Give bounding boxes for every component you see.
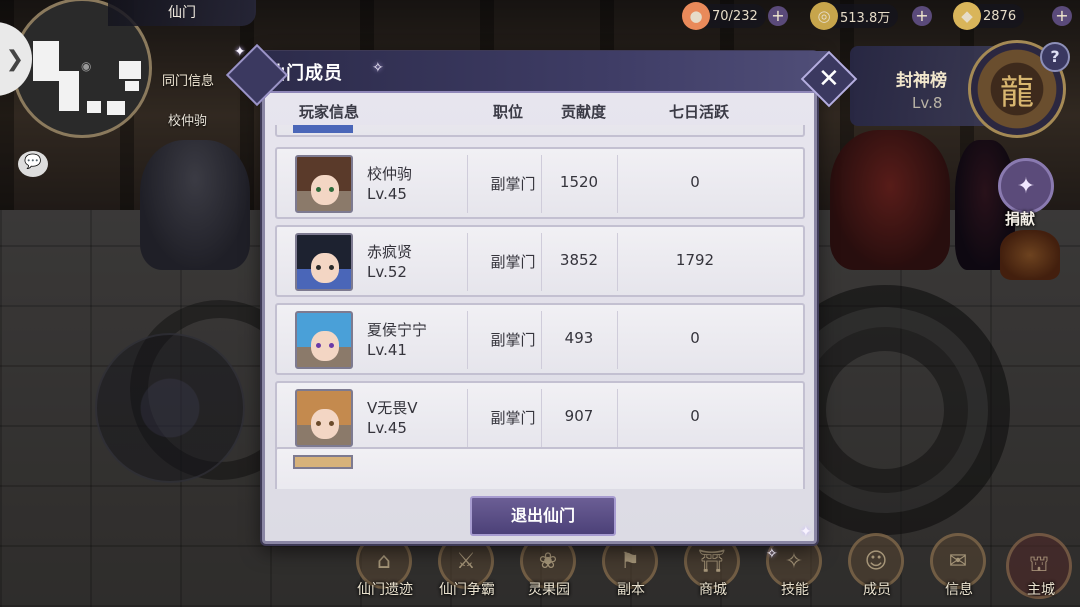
- ingot-counter: ◆ 2876: [953, 2, 1025, 30]
- col-header-player: 玩家信息: [299, 103, 360, 121]
- coin-counter: ◎ 513.8万: [810, 2, 899, 30]
- map-pin-icon: ◉: [81, 59, 92, 73]
- avatar-eye: [329, 421, 334, 426]
- column-divider: [467, 311, 468, 369]
- member-row[interactable]: 校仲驹 Lv.45 副掌门 1520 0: [275, 147, 805, 219]
- coin-icon: ◎: [810, 2, 838, 30]
- help-icon[interactable]: ?: [1040, 42, 1070, 72]
- member-row-partial[interactable]: [275, 125, 805, 137]
- member-contribution: 493: [564, 329, 594, 347]
- column-divider: [467, 155, 468, 213]
- minimap-block: [87, 101, 101, 113]
- ingot-icon: ◆: [953, 2, 981, 30]
- sparkle-icon: ✧: [766, 546, 778, 562]
- ingot-value: 2876: [983, 8, 1017, 24]
- exit-sect-button[interactable]: 退出仙门: [470, 496, 616, 536]
- minimap-block: [119, 61, 141, 79]
- nav-label: 主城: [1027, 582, 1055, 598]
- nav-main-city[interactable]: ⛫ 主城: [1006, 533, 1076, 603]
- member-level: Lv.52: [367, 263, 407, 281]
- member-contribution: 1520: [559, 173, 599, 191]
- nav-label: 灵果园: [528, 582, 570, 598]
- member-level: Lv.41: [367, 341, 407, 359]
- member-name: 校仲驹: [367, 165, 413, 183]
- avatar-frame-strip: [293, 125, 353, 133]
- sect-name-label: 仙门: [108, 0, 256, 26]
- member-activity: 0: [690, 407, 700, 425]
- avatar-eye: [316, 421, 321, 426]
- member-row-partial[interactable]: [275, 447, 805, 489]
- avatar-eye: [316, 265, 321, 270]
- avatar-eye: [329, 265, 334, 270]
- rank-level: Lv.8: [912, 94, 943, 112]
- nav-label: 成员: [863, 582, 891, 598]
- avatar-eye: [329, 187, 334, 192]
- member-avatar[interactable]: [295, 311, 353, 369]
- nav-label: 副本: [617, 582, 645, 598]
- column-divider: [467, 233, 468, 291]
- member-row[interactable]: 赤疯贤 Lv.52 副掌门 3852 1792: [275, 225, 805, 297]
- avatar-frame-strip: [293, 455, 353, 469]
- minimap-block: [59, 71, 79, 111]
- avatar-eye: [316, 343, 321, 348]
- add-peach-button[interactable]: +: [768, 6, 788, 26]
- donate-button[interactable]: ✦ 捐献: [995, 158, 1057, 234]
- member-list[interactable]: 校仲驹 Lv.45 副掌门 1520 0 赤疯贤 Lv.52 副掌门 3852 …: [275, 125, 807, 489]
- avatar-eye: [329, 343, 334, 348]
- member-contribution: 907: [564, 407, 594, 425]
- minimap-block: [33, 41, 59, 81]
- col-header-weekly-activity: 七日活跃: [669, 103, 730, 121]
- member-avatar[interactable]: [295, 155, 353, 213]
- member-activity: 0: [690, 173, 700, 191]
- member-contribution: 3852: [559, 251, 599, 269]
- rank-title: 封神榜: [896, 71, 947, 91]
- chat-bubble-icon[interactable]: 💬: [18, 151, 48, 177]
- member-avatar[interactable]: [295, 389, 353, 447]
- coin-value: 513.8万: [840, 10, 891, 26]
- member-activity: 0: [690, 329, 700, 347]
- sparkle-icon: ✦: [234, 44, 246, 60]
- member-name: 夏侯宁宁: [367, 321, 428, 339]
- nav-label: 商城: [699, 582, 727, 598]
- sect-info-link[interactable]: 同门信息: [162, 70, 214, 89]
- member-avatar[interactable]: [295, 233, 353, 291]
- virtual-joystick[interactable]: [95, 333, 245, 483]
- avatar-eye: [316, 187, 321, 192]
- col-header-contribution: 贡献度: [561, 103, 607, 121]
- member-activity: 1792: [675, 251, 715, 269]
- col-header-position: 职位: [493, 103, 524, 121]
- sect-members-dialog: 仙门成员 ✕ 玩家信息 职位 贡献度 七日活跃 校仲驹 Lv.45 副掌门 15…: [225, 43, 858, 544]
- column-divider: [467, 389, 468, 447]
- dialog-header: 仙门成员: [261, 51, 851, 93]
- peach-value: 70/232: [712, 8, 758, 24]
- member-row[interactable]: 夏侯宁宁 Lv.41 副掌门 493 0: [275, 303, 805, 375]
- nav-members[interactable]: ☺ 成员: [842, 533, 912, 603]
- sparkle-icon: ✧: [372, 60, 384, 76]
- donate-label: 捐献: [1005, 210, 1036, 228]
- member-level: Lv.45: [367, 419, 407, 437]
- nav-label: 信息: [945, 582, 973, 598]
- add-coin-button[interactable]: +: [912, 6, 932, 26]
- minimap-block: [125, 81, 139, 91]
- add-ingot-button[interactable]: +: [1052, 6, 1072, 26]
- donate-icon: ✦: [998, 158, 1054, 214]
- nav-label: 仙门争霸: [439, 582, 495, 598]
- member-name: 赤疯贤: [367, 243, 413, 261]
- minimap-block: [107, 101, 125, 115]
- nav-info[interactable]: ✉ 信息: [924, 533, 994, 603]
- member-name: V无畏V: [367, 399, 418, 417]
- close-icon: ✕: [818, 63, 840, 94]
- sparkle-icon: ✦: [800, 524, 812, 540]
- nav-label: 技能: [781, 582, 809, 598]
- nav-label: 仙门遗迹: [357, 582, 413, 598]
- npc-name-label[interactable]: 校仲驹: [168, 110, 207, 129]
- member-level: Lv.45: [367, 185, 407, 203]
- peach-icon: ●: [682, 2, 710, 30]
- member-row[interactable]: V无畏V Lv.45 副掌门 907 0: [275, 381, 805, 453]
- peach-counter: ● 70/232: [682, 2, 766, 30]
